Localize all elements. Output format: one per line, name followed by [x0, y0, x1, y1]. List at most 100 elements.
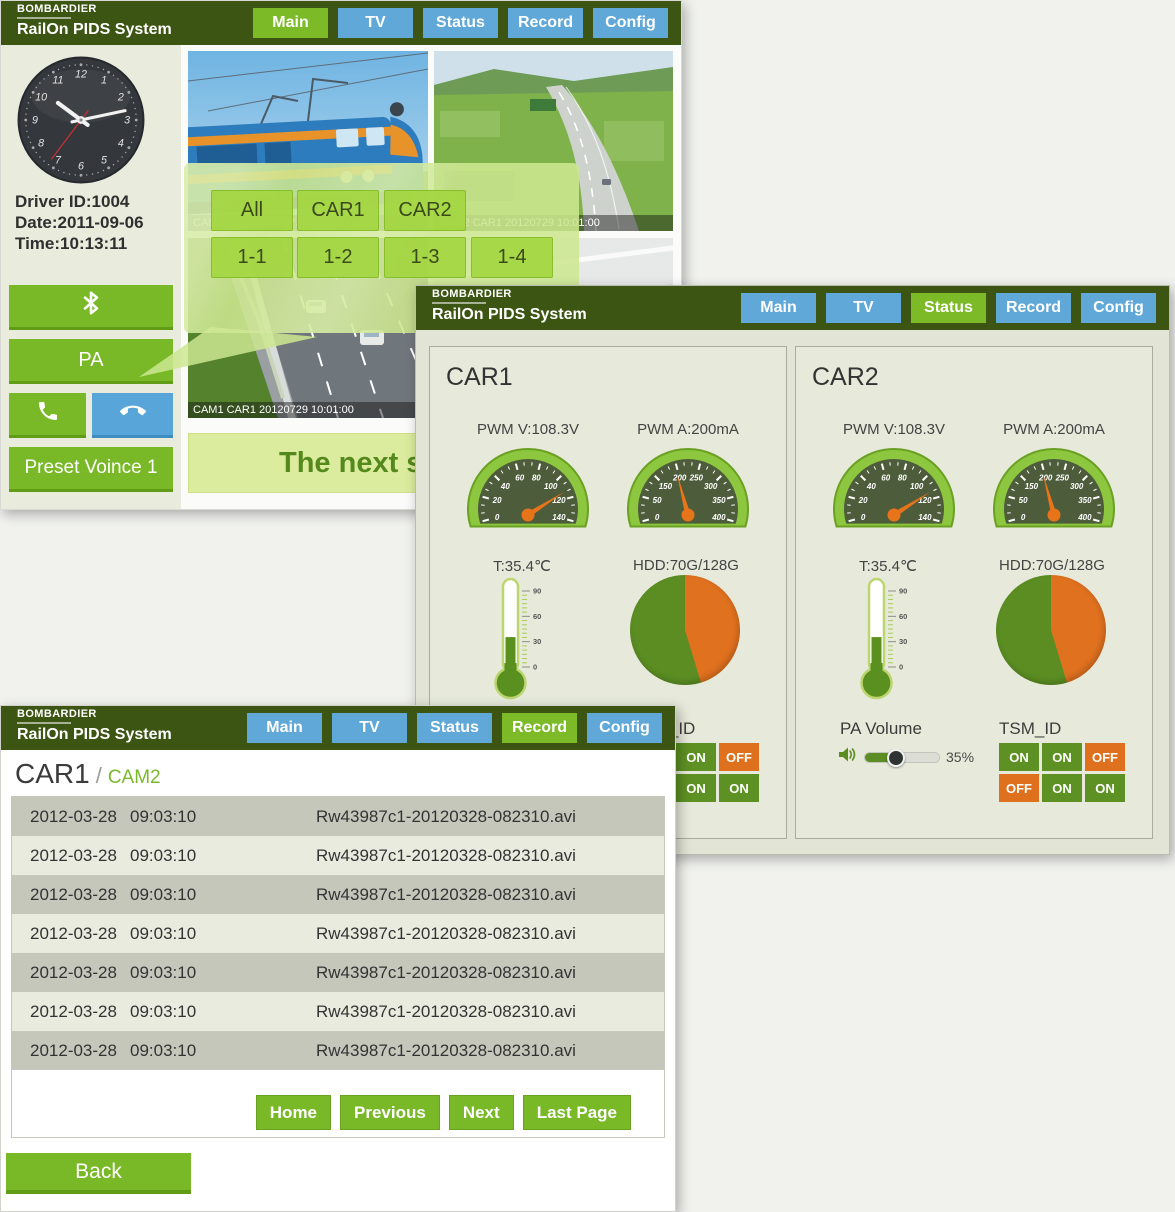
- svg-text:0: 0: [655, 513, 660, 522]
- table-row[interactable]: 2012-03-2809:03:10Rw43987c1-20120328-082…: [12, 1031, 664, 1070]
- next-button[interactable]: Next: [449, 1095, 514, 1130]
- tab-config[interactable]: Config: [587, 713, 662, 743]
- volume-thumb[interactable]: [887, 749, 905, 767]
- table-row[interactable]: 2012-03-2809:03:10Rw43987c1-20120328-082…: [12, 914, 664, 953]
- table-row[interactable]: 2012-03-2809:03:10Rw43987c1-20120328-082…: [12, 992, 664, 1031]
- svg-text:80: 80: [532, 474, 541, 483]
- svg-text:400: 400: [711, 513, 726, 522]
- pwm-current-label: PWM A:200mA: [989, 421, 1119, 438]
- tab-tv[interactable]: TV: [826, 293, 901, 323]
- table-row[interactable]: 2012-03-2809:03:10Rw43987c1-20120328-082…: [12, 953, 664, 992]
- tab-status[interactable]: Status: [911, 293, 986, 323]
- preset-voice-button[interactable]: Preset Voince 1: [9, 447, 173, 492]
- tsm-toggle[interactable]: ON: [676, 774, 716, 802]
- pwm-current-gauge: 050150200250300350400: [989, 441, 1119, 529]
- tab-status[interactable]: Status: [423, 8, 498, 38]
- tsm-toggle[interactable]: ON: [719, 774, 759, 802]
- main-header: BOMBARDIER RailOn PIDS System Main TV St…: [1, 1, 681, 45]
- tsm-toggle[interactable]: OFF: [1085, 743, 1125, 771]
- call-button[interactable]: [9, 393, 86, 438]
- hangup-button[interactable]: [92, 393, 173, 438]
- svg-text:350: 350: [712, 496, 726, 505]
- table-row[interactable]: 2012-03-2809:03:10Rw43987c1-20120328-082…: [12, 875, 664, 914]
- pa-volume-label: PA Volume: [840, 719, 922, 739]
- overlay-pointer-tail: [139, 327, 319, 379]
- svg-text:4: 4: [118, 138, 124, 150]
- svg-text:1: 1: [101, 75, 107, 87]
- svg-text:6: 6: [78, 161, 84, 173]
- record-nav: Main TV Status Record Config: [247, 713, 662, 743]
- car2-status-panel: CAR2 PWM V:108.3V PWM A:200mA 0204060801…: [795, 346, 1153, 839]
- tsm-toggle[interactable]: ON: [1042, 774, 1082, 802]
- tab-status[interactable]: Status: [417, 713, 492, 743]
- tab-record[interactable]: Record: [502, 713, 577, 743]
- breadcrumb-car[interactable]: CAR1: [15, 758, 90, 789]
- svg-text:200: 200: [1038, 474, 1053, 483]
- svg-text:0: 0: [495, 513, 500, 522]
- last-page-button[interactable]: Last Page: [523, 1095, 631, 1130]
- selector-1-3-button[interactable]: 1-3: [384, 237, 466, 278]
- tab-main[interactable]: Main: [247, 713, 322, 743]
- breadcrumb-cam[interactable]: CAM2: [108, 767, 161, 788]
- svg-text:150: 150: [1025, 482, 1039, 491]
- tab-tv[interactable]: TV: [338, 8, 413, 38]
- previous-button[interactable]: Previous: [340, 1095, 440, 1130]
- pagination: Home Previous Next Last Page: [12, 1070, 664, 1130]
- svg-text:250: 250: [689, 474, 704, 483]
- selector-car1-button[interactable]: CAR1: [297, 190, 379, 231]
- svg-text:60: 60: [881, 474, 890, 483]
- phone-call-icon: [36, 399, 60, 429]
- svg-text:40: 40: [866, 482, 876, 491]
- svg-text:20: 20: [492, 496, 502, 505]
- pwm-voltage-label: PWM V:108.3V: [463, 421, 593, 438]
- svg-text:11: 11: [52, 75, 63, 87]
- table-row[interactable]: 2012-03-2809:03:10Rw43987c1-20120328-082…: [12, 836, 664, 875]
- tab-record[interactable]: Record: [508, 8, 583, 38]
- svg-text:60: 60: [515, 474, 524, 483]
- selector-1-2-button[interactable]: 1-2: [297, 237, 379, 278]
- svg-text:30: 30: [533, 637, 541, 646]
- pa-volume-slider: 35%: [838, 746, 974, 768]
- selector-all-button[interactable]: All: [211, 190, 293, 231]
- brand-logo: BOMBARDIER RailOn PIDS System: [432, 289, 587, 323]
- bombardier-logo: BOMBARDIER: [17, 709, 172, 720]
- thermometer: 0306090: [488, 575, 552, 703]
- car-title: CAR1: [446, 363, 513, 392]
- tab-record[interactable]: Record: [996, 293, 1071, 323]
- pwm-current-gauge: 050150200250300350400: [623, 441, 753, 529]
- bluetooth-icon: [78, 290, 104, 322]
- table-row[interactable]: 2012-03-2809:03:10Rw43987c1-20120328-082…: [12, 797, 664, 836]
- analog-clock: 123456789101112: [16, 55, 146, 185]
- bombardier-tagline: [432, 302, 486, 304]
- tsm-toggle[interactable]: OFF: [719, 743, 759, 771]
- back-button[interactable]: Back: [6, 1153, 191, 1194]
- phone-hangup-icon: [120, 398, 146, 430]
- volume-track[interactable]: [864, 752, 940, 763]
- tab-main[interactable]: Main: [741, 293, 816, 323]
- svg-text:9: 9: [32, 115, 38, 127]
- tab-config[interactable]: Config: [1081, 293, 1156, 323]
- bluetooth-button[interactable]: [9, 285, 173, 330]
- hdd-pie-chart: [996, 575, 1106, 685]
- selector-1-1-button[interactable]: 1-1: [211, 237, 293, 278]
- tsm-toggle[interactable]: OFF: [999, 774, 1039, 802]
- tab-config[interactable]: Config: [593, 8, 668, 38]
- tab-tv[interactable]: TV: [332, 713, 407, 743]
- selector-1-4-button[interactable]: 1-4: [471, 237, 553, 278]
- selector-car2-button[interactable]: CAR2: [384, 190, 466, 231]
- driver-info: Driver ID:1004 Date:2011-09-06 Time:10:1…: [15, 191, 144, 254]
- tsm-toggle[interactable]: ON: [999, 743, 1039, 771]
- tsm-toggle[interactable]: ON: [1085, 774, 1125, 802]
- home-button[interactable]: Home: [256, 1095, 331, 1130]
- svg-text:150: 150: [659, 482, 673, 491]
- tsm-toggle[interactable]: ON: [1042, 743, 1082, 771]
- bombardier-logo: BOMBARDIER: [432, 289, 587, 300]
- status-nav: Main TV Status Record Config: [741, 293, 1156, 323]
- temperature-label: T:35.4℃: [462, 557, 582, 575]
- svg-text:50: 50: [1019, 496, 1028, 505]
- tsm-toggle[interactable]: ON: [676, 743, 716, 771]
- tsm-id-label: TSM_ID: [999, 719, 1061, 739]
- svg-text:50: 50: [653, 496, 662, 505]
- tab-main[interactable]: Main: [253, 8, 328, 38]
- svg-text:200: 200: [672, 474, 687, 483]
